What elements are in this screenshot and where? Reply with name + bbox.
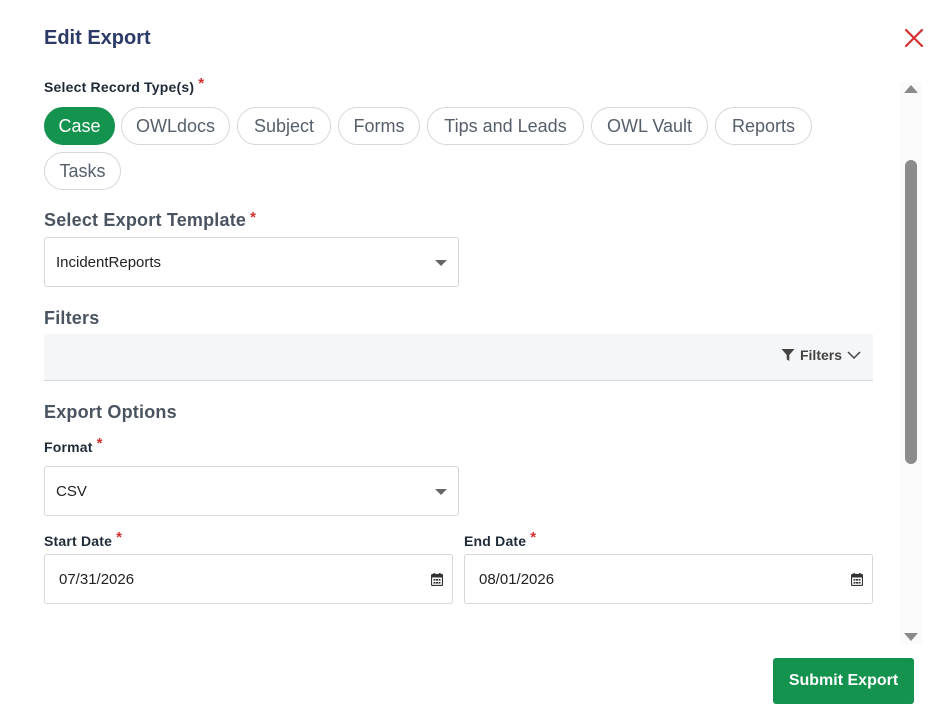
chip-owldocs[interactable]: OWLdocs — [121, 107, 230, 145]
chip-subject[interactable]: Subject — [237, 107, 331, 145]
filters-button[interactable]: Filters — [781, 347, 861, 363]
filter-bar: Filters — [44, 334, 873, 381]
format-select-value: CSV — [56, 482, 87, 500]
filters-heading: Filters — [44, 308, 100, 328]
chip-tips-and-leads[interactable]: Tips and Leads — [427, 107, 584, 145]
filters-button-label: Filters — [799, 347, 842, 363]
filter-icon — [781, 349, 795, 361]
caret-down-icon — [435, 260, 447, 266]
end-date-label: End Date * — [464, 529, 537, 549]
chevron-down-icon — [847, 351, 861, 360]
scrollbar[interactable] — [900, 82, 922, 644]
end-date-input[interactable]: 08/01/2026 — [464, 554, 873, 604]
chip-reports[interactable]: Reports — [715, 107, 812, 145]
submit-export-button[interactable]: Submit Export — [773, 658, 914, 704]
format-select[interactable]: CSV — [44, 466, 459, 516]
chip-tasks[interactable]: Tasks — [44, 152, 121, 190]
scroll-down-arrow-icon[interactable] — [904, 633, 918, 641]
chip-owl-vault[interactable]: OWL Vault — [591, 107, 708, 145]
format-label: Format * — [44, 435, 103, 455]
dialog-body: Select Record Type(s) * Case OWLdocs Subj… — [0, 70, 900, 652]
calendar-icon[interactable] — [851, 573, 863, 586]
template-label: Select Export Template * — [44, 209, 257, 230]
chip-forms[interactable]: Forms — [338, 107, 420, 145]
scroll-up-arrow-icon[interactable] — [904, 85, 918, 93]
calendar-icon[interactable] — [431, 573, 443, 586]
end-date-value: 08/01/2026 — [479, 570, 555, 588]
export-options-heading: Export Options — [44, 402, 177, 422]
start-date-input[interactable]: 07/31/2026 — [44, 554, 453, 604]
chip-case[interactable]: Case — [44, 107, 115, 145]
scrollbar-thumb[interactable] — [905, 160, 917, 464]
start-date-value: 07/31/2026 — [59, 570, 135, 588]
caret-down-icon — [435, 489, 447, 495]
start-date-label: Start Date * — [44, 529, 123, 549]
close-icon[interactable] — [904, 28, 924, 48]
dialog-title: Edit Export — [44, 27, 151, 49]
template-select[interactable]: IncidentReports — [44, 237, 459, 287]
record-type-label: Select Record Type(s) * — [44, 75, 205, 95]
template-select-value: IncidentReports — [56, 253, 162, 271]
